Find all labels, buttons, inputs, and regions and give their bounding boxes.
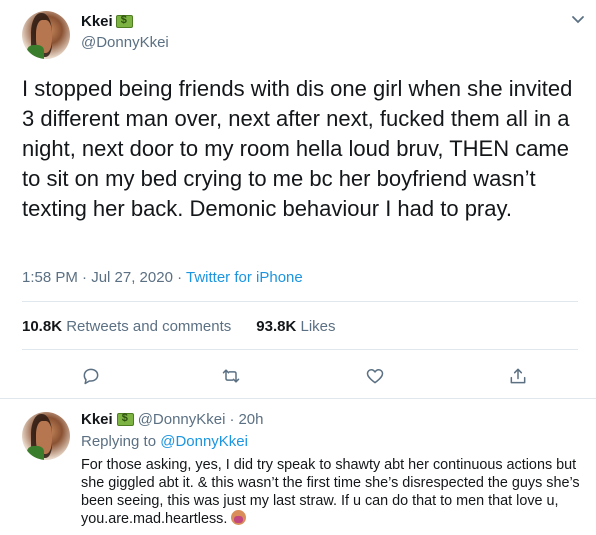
avatar[interactable] [22, 412, 70, 460]
likes-count: 93.8K [256, 318, 297, 335]
reply-text: For those asking, yes, I did try speak t… [81, 456, 581, 528]
tweet-text: I stopped being friends with dis one gir… [22, 76, 573, 221]
reply-tweet[interactable]: Kkei @DonnyKkei · 20h Replying to @Donny… [0, 400, 596, 535]
retweets-count: 10.8K [22, 318, 63, 335]
tweet-separator [0, 398, 596, 399]
divider [22, 301, 578, 302]
action-bar [22, 363, 578, 389]
replying-to-link[interactable]: @DonnyKkei [160, 433, 248, 450]
chevron-down-icon[interactable] [571, 14, 585, 28]
replying-to: Replying to @DonnyKkei [81, 433, 248, 450]
reply-icon[interactable] [78, 363, 104, 389]
reply-author-name[interactable]: Kkei [81, 411, 113, 428]
money-emoji-icon [115, 14, 133, 28]
author-handle[interactable]: @DonnyKkei [81, 34, 169, 51]
replying-prefix: Replying to [81, 433, 157, 450]
engagement-stats: 10.8K Retweets and comments 93.8K Likes [22, 318, 336, 335]
reply-author-handle[interactable]: @DonnyKkei [138, 411, 226, 428]
tweet-timestamp: 1:58 PM · Jul 27, 2020 · Twitter for iPh… [22, 269, 303, 286]
like-icon[interactable] [362, 363, 388, 389]
retweets-stat[interactable]: 10.8K Retweets and comments [22, 318, 231, 335]
retweets-label: Retweets and comments [66, 318, 232, 335]
reply-time[interactable]: 20h [238, 411, 263, 428]
separator-dot: · [229, 411, 235, 428]
likes-stat[interactable]: 93.8K Likes [256, 318, 335, 335]
author-display-name[interactable]: Kkei [81, 13, 113, 30]
share-icon[interactable] [505, 363, 531, 389]
retweet-icon[interactable] [218, 363, 244, 389]
reply-header: Kkei @DonnyKkei · 20h [81, 411, 264, 428]
tweet-time[interactable]: 1:58 PM · Jul 27, 2020 · [22, 269, 182, 286]
likes-label: Likes [300, 318, 336, 335]
reply-body: For those asking, yes, I did try speak t… [81, 457, 580, 527]
money-emoji-icon [116, 412, 134, 426]
facepalm-emoji-icon [231, 510, 247, 525]
divider [22, 349, 578, 350]
avatar[interactable] [22, 11, 70, 59]
author-name-row[interactable]: Kkei [81, 13, 133, 30]
tweet-source-link[interactable]: Twitter for iPhone [186, 269, 303, 286]
main-tweet: Kkei @DonnyKkei I stopped being friends … [0, 0, 596, 399]
